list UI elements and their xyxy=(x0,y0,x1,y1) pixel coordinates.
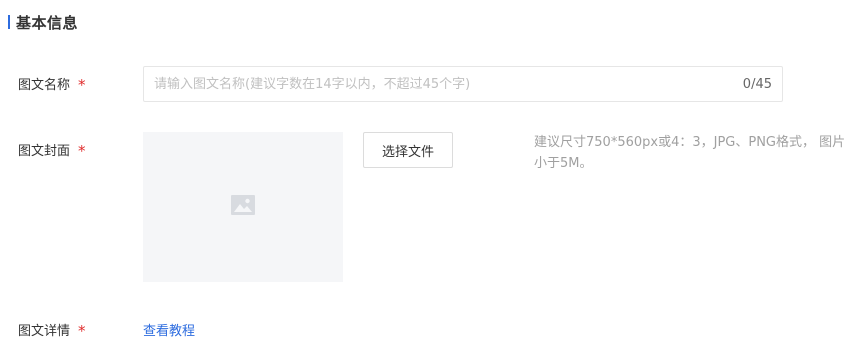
section-title: 基本信息 xyxy=(16,13,79,32)
detail-label-text: 图文详情 xyxy=(18,324,71,339)
title-input-wrapper: 0/45 xyxy=(143,66,783,102)
image-icon xyxy=(231,195,255,219)
choose-file-button[interactable]: 选择文件 xyxy=(363,132,453,168)
required-mark: * xyxy=(78,321,86,340)
section-accent-bar xyxy=(8,15,10,29)
title-field-label: 图文名称 * xyxy=(18,74,86,94)
cover-field-label: 图文封面 * xyxy=(18,140,86,160)
cover-hint-text: 建议尺寸750*560px或4：3，JPG、PNG格式， 图片小于5M。 xyxy=(534,135,846,171)
cover-image-preview[interactable] xyxy=(143,132,343,282)
cover-label-text: 图文封面 xyxy=(18,144,71,159)
title-input[interactable] xyxy=(144,67,743,101)
required-mark: * xyxy=(78,141,86,160)
detail-field-label: 图文详情 * xyxy=(18,320,86,340)
view-tutorial-link[interactable]: 查看教程 xyxy=(143,320,195,339)
title-label-text: 图文名称 xyxy=(18,78,71,93)
section-header: 基本信息 xyxy=(8,12,78,32)
char-counter: 0/45 xyxy=(742,76,772,92)
required-mark: * xyxy=(78,75,86,94)
